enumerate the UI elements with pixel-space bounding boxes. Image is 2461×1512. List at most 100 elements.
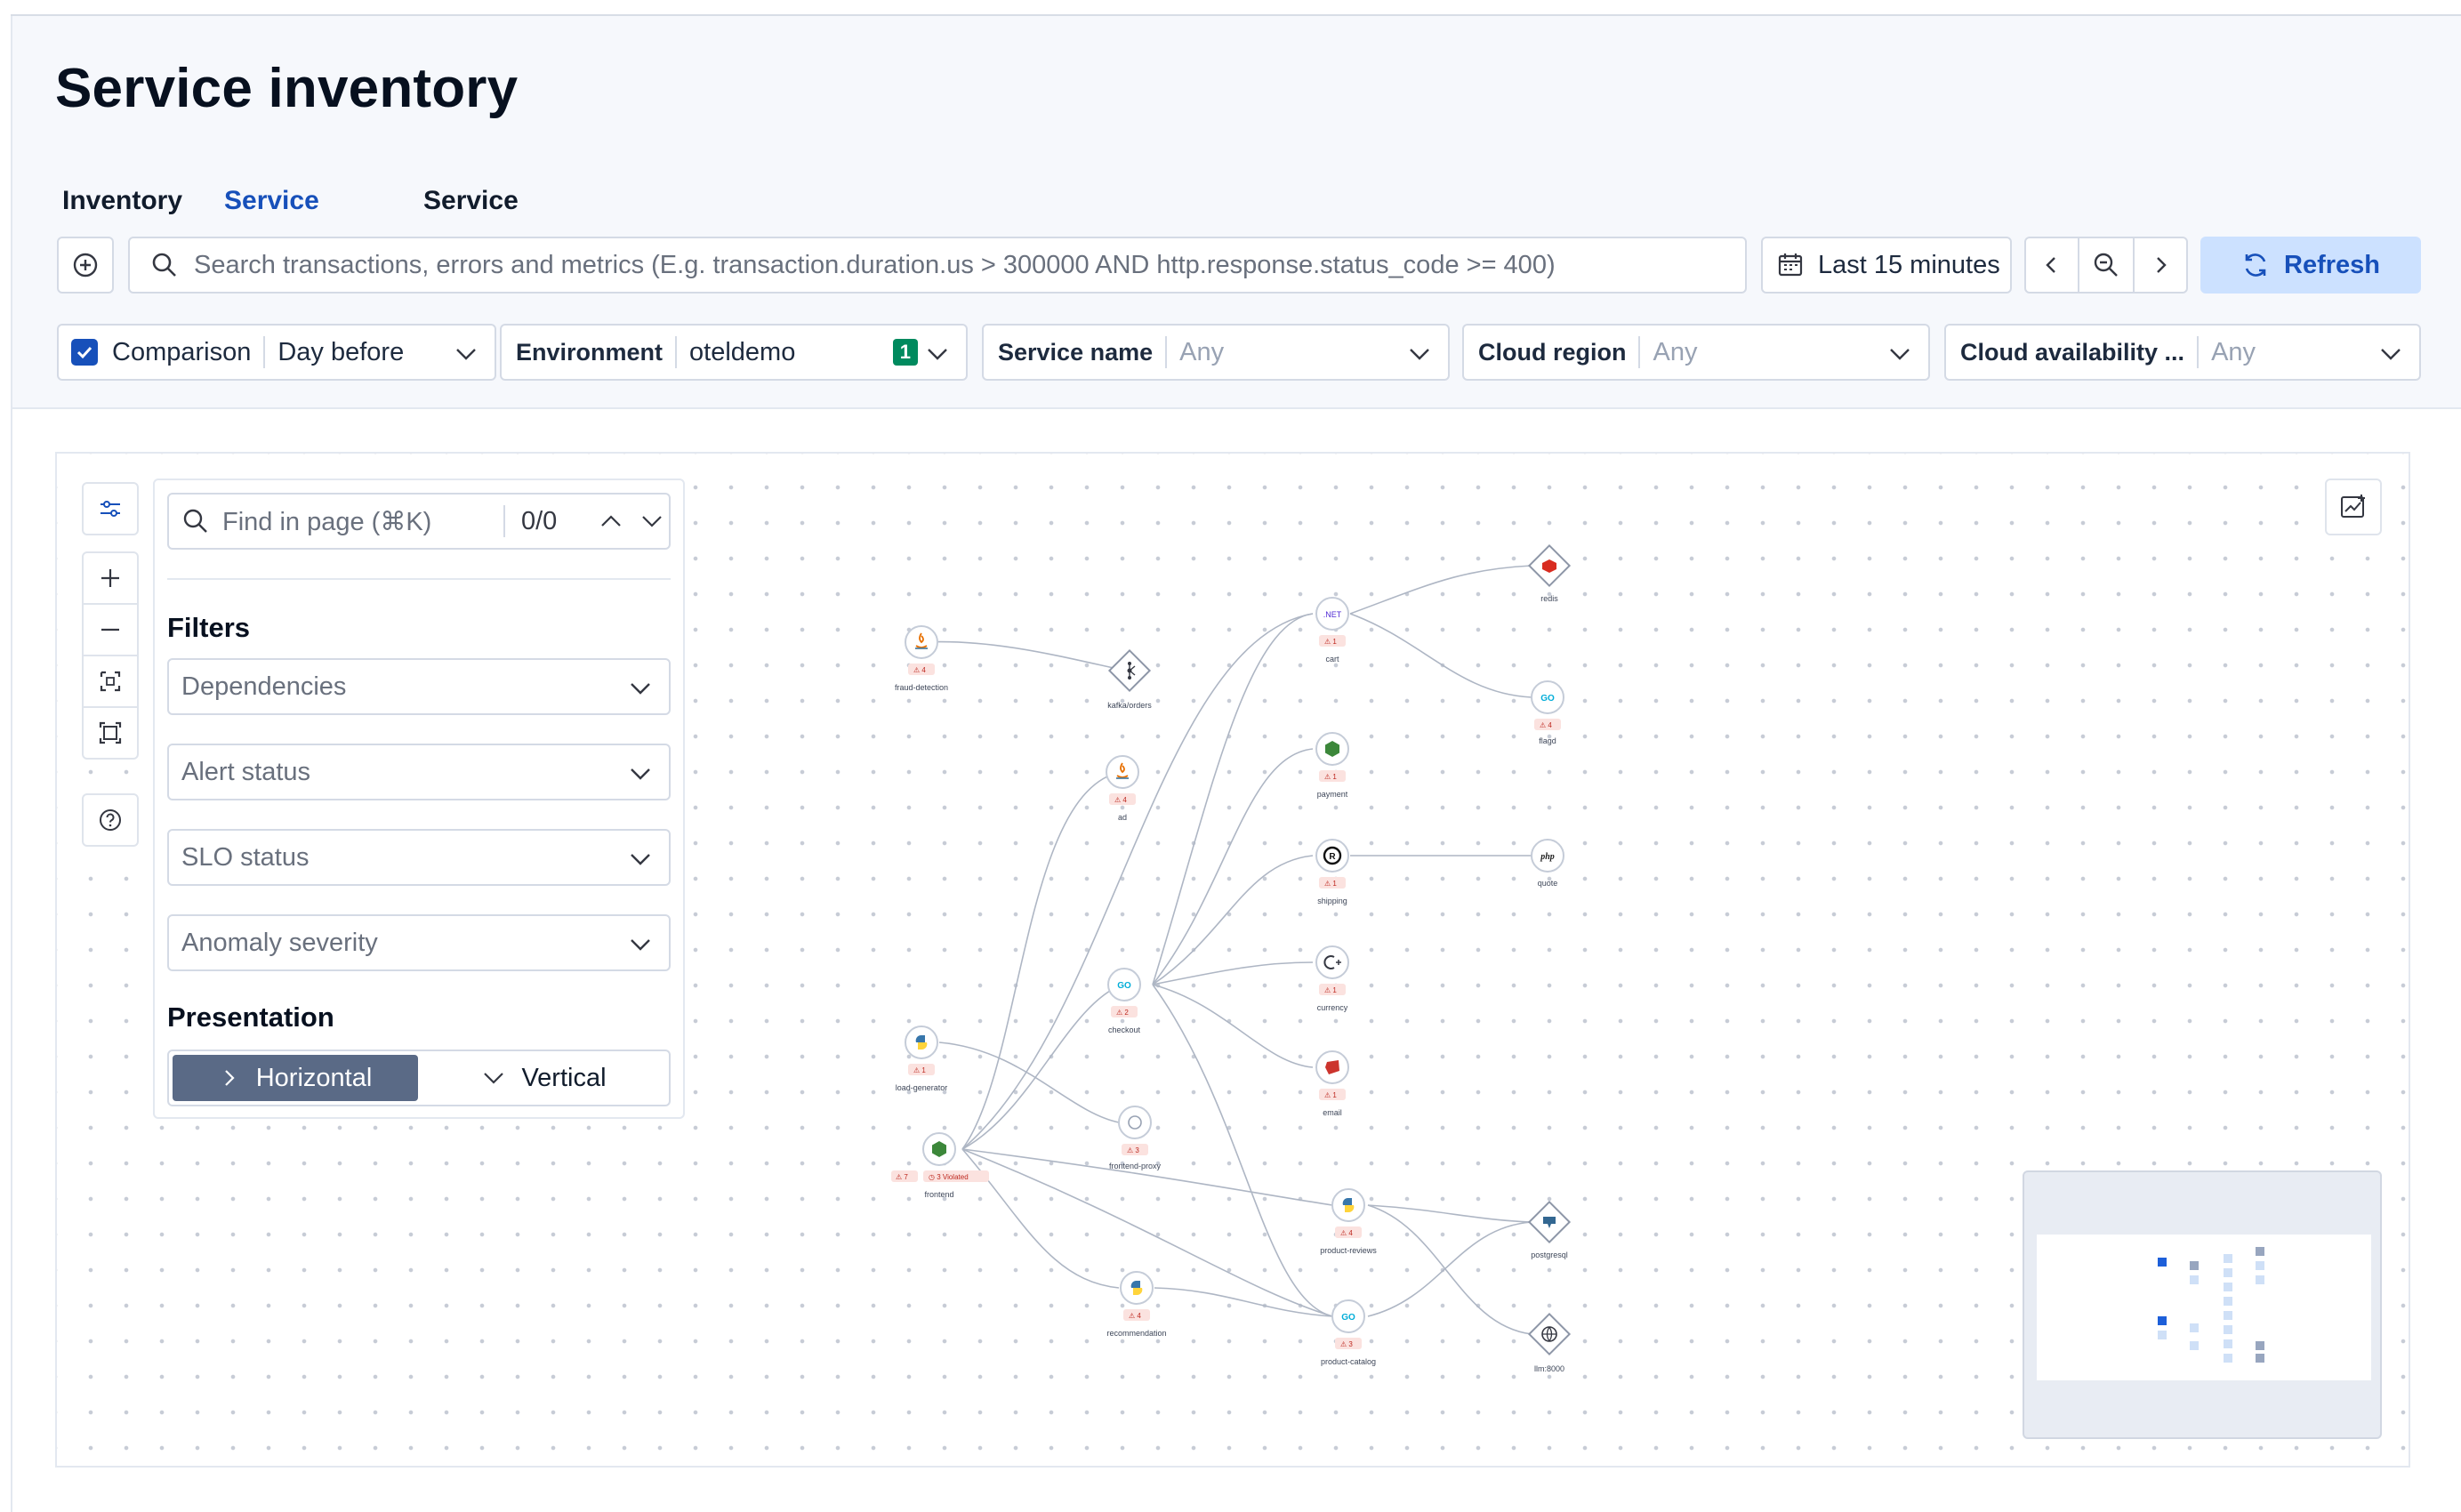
- filters-heading: Filters: [167, 612, 251, 643]
- php-icon: php: [1540, 852, 1555, 862]
- currency-label: currency: [1317, 1003, 1348, 1012]
- minimap-node: [2224, 1325, 2232, 1334]
- minimap-node: [2224, 1354, 2232, 1363]
- product-catalog-alerts: ⚠ 3: [1340, 1340, 1353, 1348]
- chevron-right-icon: [224, 1070, 235, 1086]
- node-shipping[interactable]: R ⚠ 1 shipping: [1315, 839, 1349, 905]
- minimap[interactable]: [2023, 1170, 2382, 1439]
- llm-label: llm:8000: [1534, 1364, 1564, 1373]
- edge-checkout-catalog: [1152, 984, 1333, 1317]
- dotnet-icon: .NET: [1323, 610, 1342, 619]
- checkout-alerts: ⚠ 2: [1116, 1009, 1129, 1017]
- load-generator-label: load-generator: [896, 1083, 948, 1092]
- postgresql-label: postgresql: [1531, 1251, 1568, 1259]
- horizontal-option-label: Horizontal: [255, 1063, 373, 1092]
- node-recommendation[interactable]: ⚠ 4 recommendation: [1106, 1271, 1167, 1338]
- plus-icon: [101, 569, 119, 587]
- minimap-node: [2158, 1316, 2167, 1325]
- node-checkout[interactable]: GO ⚠ 2 checkout: [1107, 968, 1141, 1034]
- minimap-node: [2224, 1297, 2232, 1306]
- fit-view-button[interactable]: [82, 706, 139, 760]
- node-kafka-orders[interactable]: kafka/orders: [1107, 648, 1152, 710]
- find-count: 0/0: [521, 506, 558, 535]
- ad-alerts: ⚠ 4: [1114, 796, 1127, 804]
- zoom-in-button[interactable]: [82, 551, 139, 605]
- vertical-option-label: Vertical: [521, 1063, 607, 1092]
- minimap-node: [2224, 1339, 2232, 1348]
- node-postgresql[interactable]: postgresql: [1527, 1200, 1572, 1259]
- horizontal-option[interactable]: Horizontal: [173, 1055, 418, 1101]
- edge-checkout-email: [1152, 984, 1314, 1068]
- controls-icon: [101, 501, 120, 517]
- redis-label: redis: [1540, 594, 1558, 603]
- add-to-dashboard-button[interactable]: [2325, 479, 2382, 535]
- node-product-reviews[interactable]: ⚠ 4 product-reviews: [1320, 1188, 1377, 1255]
- checkout-label: checkout: [1108, 1025, 1141, 1034]
- email-label: email: [1323, 1108, 1342, 1117]
- edge-reviews-llm: [1367, 1204, 1532, 1335]
- chevron-down-icon: [631, 683, 650, 695]
- edge-catalog-postgres: [1367, 1221, 1532, 1317]
- node-redis[interactable]: redis: [1527, 543, 1572, 603]
- node-quote[interactable]: php quote: [1531, 839, 1564, 888]
- node-currency[interactable]: ⚠ 1 currency: [1315, 945, 1349, 1012]
- help-button[interactable]: [82, 793, 139, 847]
- minimap-node: [2224, 1311, 2232, 1320]
- edge-frontend-reviews: [961, 1148, 1333, 1206]
- minimap-node: [2224, 1268, 2232, 1277]
- chevron-down-icon[interactable]: [640, 510, 664, 533]
- shipping-alerts: ⚠ 1: [1324, 880, 1337, 888]
- slo-status-select-label: SLO status: [181, 842, 310, 872]
- node-payment[interactable]: ⚠ 1 payment: [1315, 732, 1349, 799]
- page: Service inventory Inventory Service map …: [0, 0, 2461, 1512]
- edge-frontend-ad: [961, 771, 1122, 1150]
- select-area-icon: [100, 671, 121, 692]
- node-frontend-proxy[interactable]: ⚠ 3 frontend-proxy: [1109, 1106, 1162, 1170]
- map-settings-button[interactable]: [82, 482, 139, 535]
- payment-alerts: ⚠ 1: [1324, 773, 1337, 781]
- node-flagd[interactable]: GO ⚠ 4 flagd: [1531, 680, 1564, 745]
- fraud-detection-label: fraud-detection: [895, 683, 948, 692]
- minimap-node: [2224, 1283, 2232, 1291]
- find-in-page[interactable]: Find in page (⌘K) 0/0: [167, 493, 671, 550]
- minus-icon: [101, 628, 119, 631]
- frontend-proxy-label: frontend-proxy: [1109, 1162, 1162, 1170]
- node-fraud-detection[interactable]: ⚠ 4 fraud-detection: [895, 625, 948, 692]
- minimap-node: [2256, 1341, 2264, 1350]
- minimap-viewport: [2037, 1235, 2371, 1380]
- dependencies-select[interactable]: Dependencies: [167, 658, 671, 715]
- minimap-node: [2190, 1323, 2199, 1332]
- minimap-node: [2256, 1247, 2264, 1256]
- frontend-label: frontend: [924, 1190, 953, 1199]
- anomaly-severity-select[interactable]: Anomaly severity: [167, 914, 671, 971]
- chevron-down-icon: [631, 768, 650, 780]
- node-load-generator[interactable]: ⚠ 1 load-generator: [896, 1025, 948, 1092]
- chevron-up-icon[interactable]: [599, 510, 623, 533]
- slo-status-select[interactable]: SLO status: [167, 829, 671, 886]
- minimap-node: [2256, 1261, 2264, 1270]
- edge-loadgen-proxy: [938, 1042, 1120, 1123]
- alert-status-select[interactable]: Alert status: [167, 744, 671, 800]
- node-cart[interactable]: .NET ⚠ 1 cart: [1315, 597, 1349, 664]
- edge-checkout-shipping: [1152, 855, 1314, 985]
- node-ad[interactable]: ⚠ 4 ad: [1106, 755, 1139, 822]
- node-frontend[interactable]: ⚠ 7 ◷ 3 Violated frontend: [891, 1132, 989, 1199]
- ad-label: ad: [1118, 813, 1127, 822]
- product-reviews-label: product-reviews: [1320, 1246, 1377, 1255]
- flagd-alerts: ⚠ 4: [1540, 721, 1552, 729]
- presentation-heading: Presentation: [167, 1001, 334, 1033]
- fit-selection-button[interactable]: [82, 655, 139, 708]
- edge-frontend-recommendation: [961, 1148, 1120, 1289]
- vertical-option[interactable]: Vertical: [422, 1055, 667, 1101]
- edge-frontend-checkout: [961, 984, 1123, 1150]
- currency-alerts: ⚠ 1: [1324, 986, 1337, 994]
- node-email[interactable]: ⚠ 1 email: [1315, 1050, 1349, 1117]
- recommendation-alerts: ⚠ 4: [1129, 1312, 1141, 1320]
- flagd-label: flagd: [1539, 736, 1556, 745]
- zoom-out-button[interactable]: [82, 603, 139, 656]
- node-llm[interactable]: llm:8000: [1527, 1312, 1572, 1373]
- node-product-catalog[interactable]: GO ⚠ 3 product-catalog: [1321, 1299, 1376, 1366]
- kafka-orders-label: kafka/orders: [1107, 701, 1152, 710]
- map-filter-panel: Find in page (⌘K) 0/0 Filters Dependenci…: [153, 479, 685, 1119]
- load-generator-alerts: ⚠ 1: [913, 1066, 926, 1074]
